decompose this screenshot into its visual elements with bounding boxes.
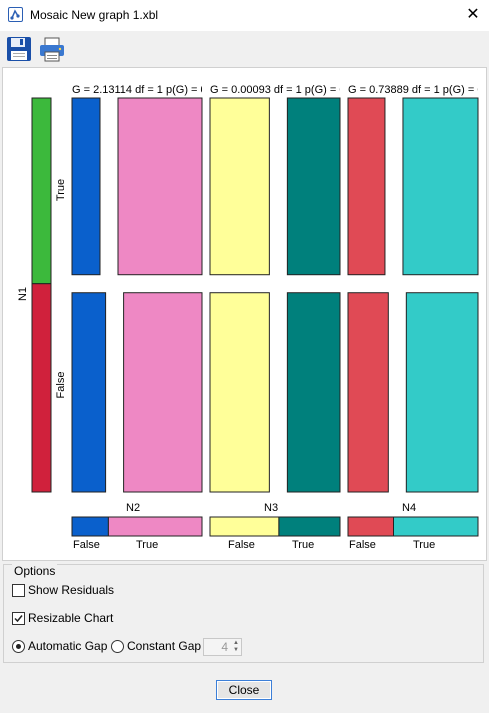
n4-cell-true-row-false-col [347, 97, 386, 276]
n4-cell-false-row-false-col [347, 292, 389, 493]
row-variable-label: N1 [17, 286, 29, 302]
n2-cell-false-row-true-col [123, 292, 203, 493]
constant-gap-label: Constant Gap [127, 639, 202, 653]
gap-spinner[interactable]: 4 ▲ ▼ [203, 638, 242, 656]
n4-level-false: False [349, 539, 376, 551]
mosaic-chart-panel: G = 2.13114 df = 1 p(G) = 0.144 G = 0.00… [2, 67, 487, 561]
n4-cell-true-row-true-col [402, 97, 479, 276]
toolbar [0, 31, 489, 67]
n2-marginal-false [71, 516, 109, 537]
spin-down-icon[interactable]: ▼ [231, 647, 241, 654]
col-variable-n2: N2 [126, 502, 141, 514]
n4-marginal-true [393, 516, 479, 537]
stat-label-n3: G = 0.00093 df = 1 p(G) = 0.976 [210, 84, 340, 96]
checkmark-icon [14, 615, 23, 623]
show-residuals-checkbox[interactable] [12, 584, 25, 597]
print-button[interactable] [38, 35, 66, 63]
options-legend: Options [12, 564, 58, 578]
n3-level-false: False [228, 539, 255, 551]
n3-cell-true-row-false-col [209, 97, 270, 276]
show-residuals-label: Show Residuals [28, 583, 115, 597]
printer-icon [40, 37, 64, 62]
n2-level-false: False [73, 539, 100, 551]
close-window-icon[interactable]: ✕ [460, 3, 486, 27]
title-bar: Mosaic New graph 1.xbl ✕ [0, 0, 489, 31]
constant-gap-radio[interactable] [111, 640, 124, 653]
n4-cell-false-row-true-col [405, 292, 479, 493]
n2-cell-false-row-false-col [71, 292, 107, 493]
n3-cell-false-row-false-col [209, 292, 270, 493]
row-level-false: False [55, 371, 67, 399]
n2-cell-true-row-true-col [117, 97, 203, 276]
n2-cell-true-row-false-col [71, 97, 101, 276]
radio-selected-dot [16, 644, 21, 649]
n3-marginal-false [209, 516, 280, 537]
window-title: Mosaic New graph 1.xbl [30, 8, 159, 22]
app-icon [8, 7, 23, 22]
n3-marginal-true [278, 516, 341, 537]
row-bar-true [31, 97, 52, 285]
row-bar-false [31, 283, 52, 493]
row-level-true: True [55, 178, 67, 202]
n2-level-true: True [136, 539, 159, 551]
floppy-disk-icon [7, 37, 31, 61]
automatic-gap-label: Automatic Gap [28, 639, 108, 653]
n3-cell-false-row-true-col [286, 292, 341, 493]
resizable-chart-checkbox[interactable] [12, 612, 25, 625]
n3-level-true: True [292, 539, 315, 551]
n4-marginal-false [347, 516, 394, 537]
n2-marginal-true [107, 516, 203, 537]
resizable-chart-label: Resizable Chart [28, 611, 114, 625]
n3-cell-true-row-true-col [286, 97, 341, 276]
save-button[interactable] [5, 35, 33, 63]
automatic-gap-radio[interactable] [12, 640, 25, 653]
close-button[interactable]: Close [216, 680, 272, 700]
stat-label-n2: G = 2.13114 df = 1 p(G) = 0.144 [72, 84, 202, 96]
spin-up-icon[interactable]: ▲ [231, 640, 241, 647]
col-variable-n4: N4 [402, 502, 417, 514]
col-variable-n3: N3 [264, 502, 279, 514]
n4-level-true: True [413, 539, 436, 551]
stat-label-n4: G = 0.73889 df = 1 p(G) = 0.390 [348, 84, 478, 96]
gap-value: 4 [221, 640, 228, 654]
mosaic-chart [31, 97, 479, 537]
